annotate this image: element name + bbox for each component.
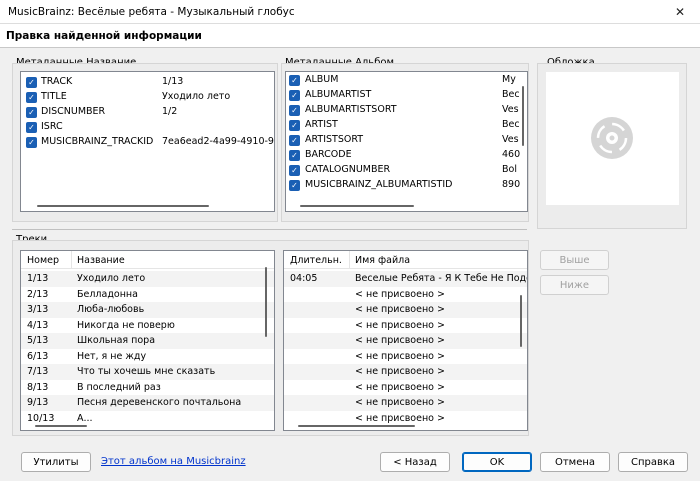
column-separator[interactable] — [71, 251, 72, 269]
meta-album-row[interactable]: ✓ MUSICBRAINZ_ALBUMARTISTID 890 — [286, 178, 527, 193]
table-row[interactable]: 5/13 Школьная пора — [21, 333, 274, 349]
files-list[interactable]: Длительн. Имя файла 04:05 Веселые Ребята… — [283, 250, 528, 431]
meta-album-row[interactable]: ✓ ALBUMARTISTSORT Ves — [286, 103, 527, 118]
meta-title-row[interactable]: ✓ MUSICBRAINZ_TRACKID 7ea6ead2-4a99-4910… — [21, 135, 274, 150]
dialog-heading: Правка найденной информации — [6, 30, 202, 42]
meta-title-row[interactable]: ✓ DISCNUMBER 1/2 — [21, 105, 274, 120]
table-row[interactable]: < не присвоено > — [284, 349, 527, 365]
table-row[interactable]: 7/13 Что ты хочешь мне сказать — [21, 364, 274, 380]
meta-album-row[interactable]: ✓ ALBUMARTIST Bec — [286, 88, 527, 103]
move-down-button[interactable]: Ниже — [540, 275, 609, 295]
checkbox-icon[interactable]: ✓ — [289, 165, 300, 176]
checkbox-icon[interactable]: ✓ — [289, 150, 300, 161]
table-row[interactable]: 04:05 Веселые Ребята - Я К Тебе Не Подо — [284, 271, 527, 287]
move-up-button[interactable]: Выше — [540, 250, 609, 270]
table-row[interactable]: < не присвоено > — [284, 318, 527, 334]
checkbox-icon[interactable]: ✓ — [289, 75, 300, 86]
table-row[interactable]: 4/13 Никогда не поверю — [21, 318, 274, 334]
close-icon[interactable]: ✕ — [660, 0, 700, 24]
checkbox-icon[interactable]: ✓ — [289, 105, 300, 116]
meta-title-row[interactable]: ✓ TITLE Уходило лето — [21, 90, 274, 105]
title-bar: MusicBrainz: Весёлые ребята - Музыкальны… — [0, 0, 700, 24]
checkbox-icon[interactable]: ✓ — [26, 122, 37, 133]
meta-album-row[interactable]: ✓ ARTISTSORT Ves — [286, 133, 527, 148]
horizontal-scrollbar[interactable] — [35, 425, 87, 427]
column-header-title[interactable]: Название — [77, 255, 125, 266]
meta-album-row[interactable]: ✓ ALBUM My — [286, 73, 527, 88]
tracks-list-header: Номер Название — [21, 251, 274, 269]
ok-button[interactable]: OK — [462, 452, 532, 472]
checkbox-icon[interactable]: ✓ — [26, 107, 37, 118]
vertical-scrollbar[interactable] — [522, 86, 524, 146]
table-row[interactable]: < не присвоено > — [284, 364, 527, 380]
meta-title-list[interactable]: ✓ TRACK 1/13 ✓ TITLE Уходило лето ✓ DISC… — [20, 71, 275, 212]
musicbrainz-album-link[interactable]: Этот альбом на Musicbrainz — [101, 456, 246, 467]
utilities-button[interactable]: Утилиты — [21, 452, 91, 472]
checkbox-icon[interactable]: ✓ — [289, 120, 300, 131]
column-separator[interactable] — [349, 251, 350, 269]
table-row[interactable]: < не присвоено > — [284, 380, 527, 396]
table-row[interactable]: < не присвоено > — [284, 333, 527, 349]
cancel-button[interactable]: Отмена — [540, 452, 610, 472]
table-row[interactable]: 2/13 Белладонна — [21, 287, 274, 303]
column-header-number[interactable]: Номер — [27, 255, 59, 266]
divider — [12, 229, 527, 230]
files-list-header: Длительн. Имя файла — [284, 251, 527, 269]
meta-album-row[interactable]: ✓ BARCODE 460 — [286, 148, 527, 163]
column-header-filename[interactable]: Имя файла — [355, 255, 410, 266]
vertical-scrollbar[interactable] — [265, 267, 267, 337]
cd-disc-icon — [591, 117, 633, 159]
table-row[interactable]: 9/13 Песня деревенского почтальона — [21, 395, 274, 411]
dialog-header: Правка найденной информации — [0, 24, 700, 48]
help-button[interactable]: Справка — [618, 452, 688, 472]
table-row[interactable]: 3/13 Люба-любовь — [21, 302, 274, 318]
vertical-scrollbar[interactable] — [520, 295, 522, 347]
checkbox-icon[interactable]: ✓ — [289, 90, 300, 101]
window-title: MusicBrainz: Весёлые ребята - Музыкальны… — [8, 6, 295, 18]
checkbox-icon[interactable]: ✓ — [26, 137, 37, 148]
horizontal-scrollbar[interactable] — [37, 205, 209, 207]
table-row[interactable]: < не присвоено > — [284, 302, 527, 318]
meta-album-row[interactable]: ✓ CATALOGNUMBER Bol — [286, 163, 527, 178]
table-row[interactable]: 6/13 Нет, я не жду — [21, 349, 274, 365]
meta-album-row[interactable]: ✓ ARTIST Bec — [286, 118, 527, 133]
column-header-duration[interactable]: Длительн. — [290, 255, 342, 266]
table-row[interactable]: 10/13 А... — [21, 411, 274, 427]
table-row[interactable]: 1/13 Уходило лето — [21, 271, 274, 287]
checkbox-icon[interactable]: ✓ — [289, 180, 300, 191]
tracks-list[interactable]: Номер Название 1/13 Уходило лето 2/13 Бе… — [20, 250, 275, 431]
horizontal-scrollbar[interactable] — [300, 205, 414, 207]
horizontal-scrollbar[interactable] — [298, 425, 415, 427]
cover-image[interactable] — [546, 72, 679, 205]
checkbox-icon[interactable]: ✓ — [26, 77, 37, 88]
checkbox-icon[interactable]: ✓ — [289, 135, 300, 146]
table-row[interactable]: 8/13 В последний раз — [21, 380, 274, 396]
meta-title-row[interactable]: ✓ ISRC — [21, 120, 274, 135]
table-row[interactable]: < не присвоено > — [284, 395, 527, 411]
table-row[interactable]: < не присвоено > — [284, 411, 527, 427]
checkbox-icon[interactable]: ✓ — [26, 92, 37, 103]
meta-album-list[interactable]: ✓ ALBUM My ✓ ALBUMARTIST Bec ✓ ALBUMARTI… — [285, 71, 528, 212]
table-row[interactable]: < не присвоено > — [284, 287, 527, 303]
back-button[interactable]: < Назад — [380, 452, 450, 472]
meta-title-row[interactable]: ✓ TRACK 1/13 — [21, 75, 274, 90]
